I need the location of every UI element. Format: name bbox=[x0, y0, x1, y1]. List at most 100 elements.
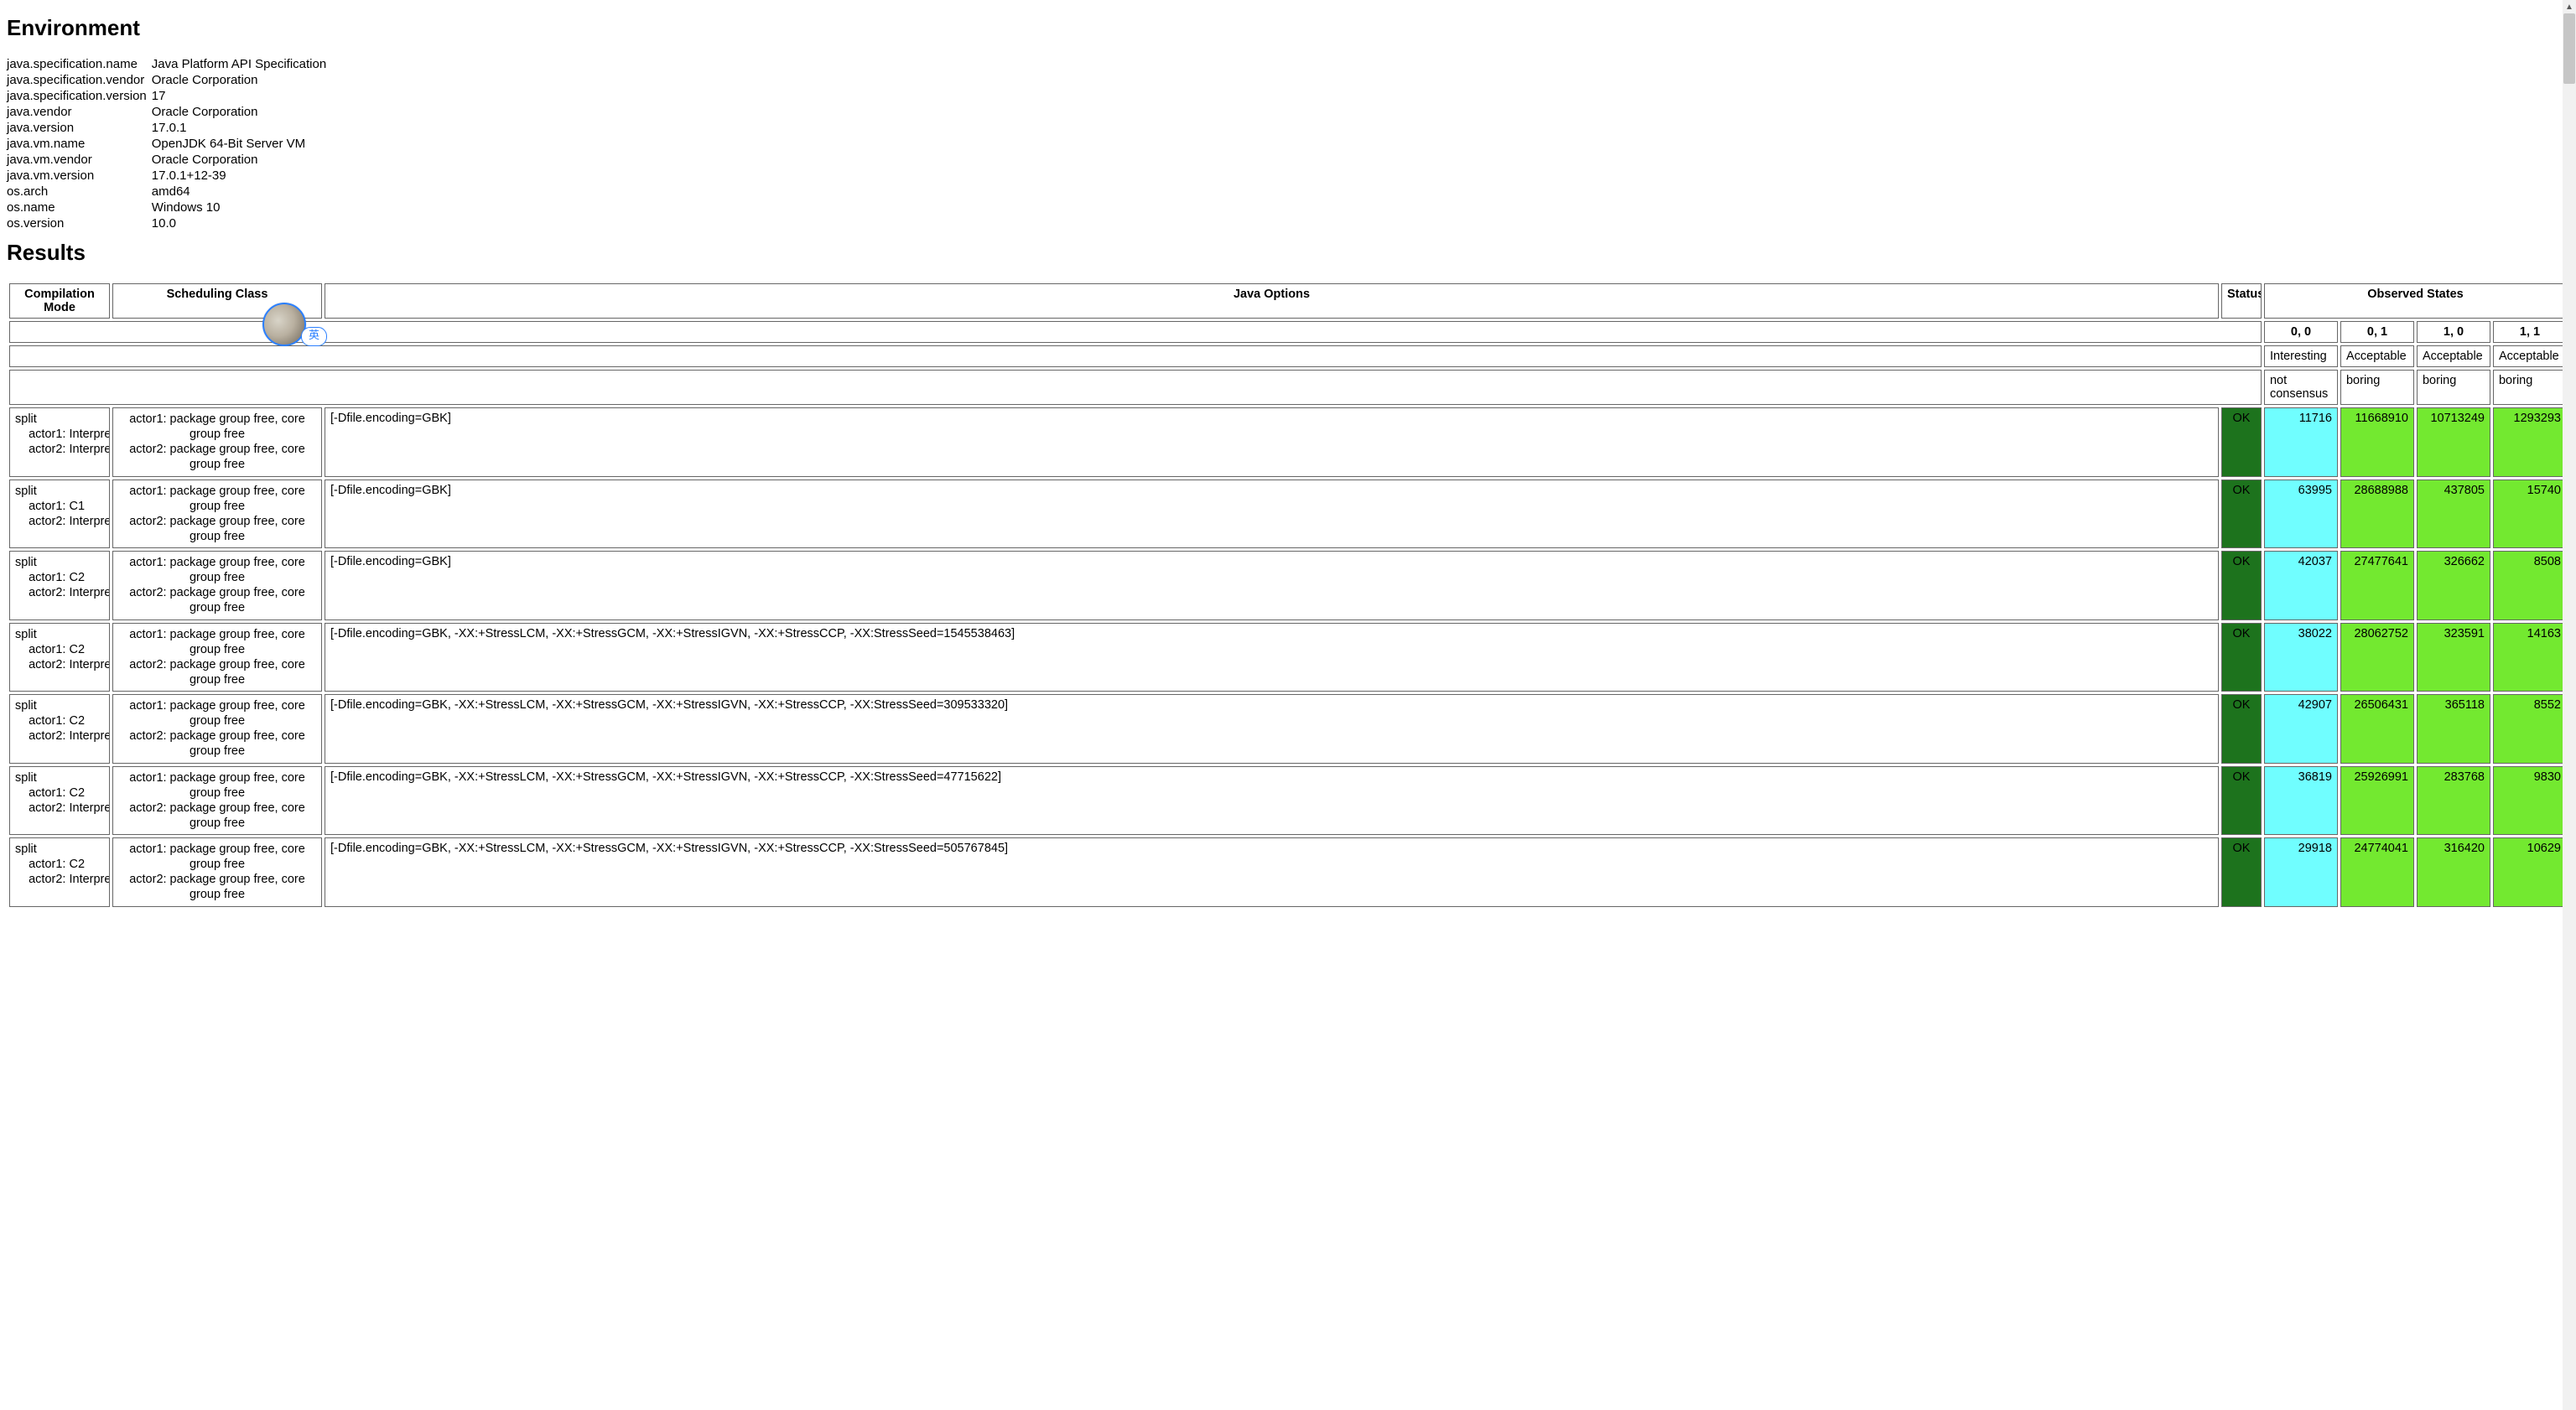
env-key: java.vm.vendor bbox=[7, 152, 152, 168]
results-heading: Results bbox=[7, 240, 2569, 266]
scroll-up-arrow-icon[interactable]: ▲ bbox=[2563, 0, 2576, 13]
cell-state-count: 326662 bbox=[2417, 551, 2490, 620]
cell-compilation-mode: split actor1: C1 actor2: Interpreter bbox=[9, 480, 110, 549]
col-observed-states: Observed States bbox=[2264, 283, 2567, 319]
env-value: 17 bbox=[152, 88, 331, 104]
environment-heading: Environment bbox=[7, 15, 2569, 41]
state-class-row: InterestingAcceptableAcceptableAcceptabl… bbox=[9, 345, 2567, 367]
state-verdict-row: not consensusboringboringboring bbox=[9, 370, 2567, 405]
cell-status: OK bbox=[2221, 837, 2262, 907]
cell-state-count: 42907 bbox=[2264, 694, 2338, 764]
state-cell: Interesting bbox=[2264, 345, 2338, 367]
cell-status: OK bbox=[2221, 694, 2262, 764]
table-row: split actor1: C2 actor2: Interpreteracto… bbox=[9, 551, 2567, 620]
cell-state-count: 316420 bbox=[2417, 837, 2490, 907]
env-key: java.specification.name bbox=[7, 56, 152, 72]
env-key: java.vm.name bbox=[7, 136, 152, 152]
scroll-thumb[interactable] bbox=[2563, 13, 2575, 84]
cell-status: OK bbox=[2221, 551, 2262, 620]
env-row: java.vm.version17.0.1+12-39 bbox=[7, 168, 331, 184]
cell-state-count: 10629 bbox=[2493, 837, 2567, 907]
table-row: split actor1: C1 actor2: Interpreteracto… bbox=[9, 480, 2567, 549]
cell-state-count: 25926991 bbox=[2340, 766, 2414, 836]
state-cell: Acceptable bbox=[2340, 345, 2414, 367]
cell-status: OK bbox=[2221, 766, 2262, 836]
cell-java-options: [-Dfile.encoding=GBK] bbox=[325, 551, 2219, 620]
env-row: os.nameWindows 10 bbox=[7, 200, 331, 215]
env-row: java.specification.version17 bbox=[7, 88, 331, 104]
cell-state-count: 38022 bbox=[2264, 623, 2338, 692]
cell-state-count: 1293293 bbox=[2493, 407, 2567, 477]
cell-scheduling-class: actor1: package group free, core group f… bbox=[112, 694, 322, 764]
env-value: 17.0.1+12-39 bbox=[152, 168, 331, 184]
state-cell: 1, 0 bbox=[2417, 321, 2490, 343]
cell-state-count: 42037 bbox=[2264, 551, 2338, 620]
col-compilation-mode: Compilation Mode bbox=[9, 283, 110, 319]
state-cell: 0, 0 bbox=[2264, 321, 2338, 343]
cell-compilation-mode: split actor1: C2 actor2: Interpreter bbox=[9, 694, 110, 764]
cell-compilation-mode: split actor1: C2 actor2: Interpreter bbox=[9, 623, 110, 692]
env-row: java.vendorOracle Corporation bbox=[7, 104, 331, 120]
env-row: os.archamd64 bbox=[7, 184, 331, 200]
cell-state-count: 10713249 bbox=[2417, 407, 2490, 477]
cell-state-count: 11668910 bbox=[2340, 407, 2414, 477]
env-row: java.version17.0.1 bbox=[7, 120, 331, 136]
table-row: split actor1: C2 actor2: Interpreteracto… bbox=[9, 837, 2567, 907]
env-value: Oracle Corporation bbox=[152, 152, 331, 168]
vertical-scrollbar[interactable]: ▲ bbox=[2563, 0, 2576, 1410]
state-cell: Acceptable bbox=[2493, 345, 2567, 367]
cell-state-count: 14163 bbox=[2493, 623, 2567, 692]
cell-state-count: 365118 bbox=[2417, 694, 2490, 764]
env-value: Java Platform API Specification bbox=[152, 56, 331, 72]
state-cell: Acceptable bbox=[2417, 345, 2490, 367]
state-cell: boring bbox=[2417, 370, 2490, 405]
cell-state-count: 9830 bbox=[2493, 766, 2567, 836]
cell-java-options: [-Dfile.encoding=GBK, -XX:+StressLCM, -X… bbox=[325, 694, 2219, 764]
env-key: java.vm.version bbox=[7, 168, 152, 184]
env-value: Windows 10 bbox=[152, 200, 331, 215]
cell-state-count: 28688988 bbox=[2340, 480, 2414, 549]
env-row: java.specification.nameJava Platform API… bbox=[7, 56, 331, 72]
env-key: java.specification.version bbox=[7, 88, 152, 104]
cell-compilation-mode: split actor1: C2 actor2: Interpreter bbox=[9, 766, 110, 836]
env-row: java.vm.nameOpenJDK 64-Bit Server VM bbox=[7, 136, 331, 152]
cell-scheduling-class: actor1: package group free, core group f… bbox=[112, 407, 322, 477]
cell-status: OK bbox=[2221, 407, 2262, 477]
col-status: Status bbox=[2221, 283, 2262, 319]
env-key: os.name bbox=[7, 200, 152, 215]
env-value: OpenJDK 64-Bit Server VM bbox=[152, 136, 331, 152]
env-row: java.specification.vendorOracle Corporat… bbox=[7, 72, 331, 88]
cell-status: OK bbox=[2221, 480, 2262, 549]
cell-compilation-mode: split actor1: C2 actor2: Interpreter bbox=[9, 837, 110, 907]
cell-state-count: 11716 bbox=[2264, 407, 2338, 477]
env-value: 17.0.1 bbox=[152, 120, 331, 136]
cell-state-count: 8508 bbox=[2493, 551, 2567, 620]
cell-state-count: 29918 bbox=[2264, 837, 2338, 907]
env-row: os.version10.0 bbox=[7, 215, 331, 231]
spacer-cell bbox=[9, 370, 2262, 405]
env-key: java.version bbox=[7, 120, 152, 136]
table-row: split actor1: C2 actor2: Interpreteracto… bbox=[9, 694, 2567, 764]
cell-state-count: 8552 bbox=[2493, 694, 2567, 764]
cell-scheduling-class: actor1: package group free, core group f… bbox=[112, 551, 322, 620]
state-cell: not consensus bbox=[2264, 370, 2338, 405]
results-table: Compilation Mode Scheduling Class Java O… bbox=[7, 281, 2569, 910]
env-key: os.version bbox=[7, 215, 152, 231]
state-header-row: 0, 00, 11, 01, 1 bbox=[9, 321, 2567, 343]
state-cell: boring bbox=[2493, 370, 2567, 405]
col-java-options: Java Options bbox=[325, 283, 2219, 319]
spacer-cell bbox=[9, 345, 2262, 367]
cell-java-options: [-Dfile.encoding=GBK] bbox=[325, 480, 2219, 549]
cell-java-options: [-Dfile.encoding=GBK] bbox=[325, 407, 2219, 477]
cell-java-options: [-Dfile.encoding=GBK, -XX:+StressLCM, -X… bbox=[325, 766, 2219, 836]
cell-java-options: [-Dfile.encoding=GBK, -XX:+StressLCM, -X… bbox=[325, 837, 2219, 907]
state-cell: 1, 1 bbox=[2493, 321, 2567, 343]
env-key: java.specification.vendor bbox=[7, 72, 152, 88]
env-value: Oracle Corporation bbox=[152, 104, 331, 120]
table-row: split actor1: Interpreter actor2: Interp… bbox=[9, 407, 2567, 477]
cell-scheduling-class: actor1: package group free, core group f… bbox=[112, 766, 322, 836]
table-row: split actor1: C2 actor2: Interpreteracto… bbox=[9, 623, 2567, 692]
cell-state-count: 27477641 bbox=[2340, 551, 2414, 620]
cell-state-count: 15740 bbox=[2493, 480, 2567, 549]
env-key: java.vendor bbox=[7, 104, 152, 120]
